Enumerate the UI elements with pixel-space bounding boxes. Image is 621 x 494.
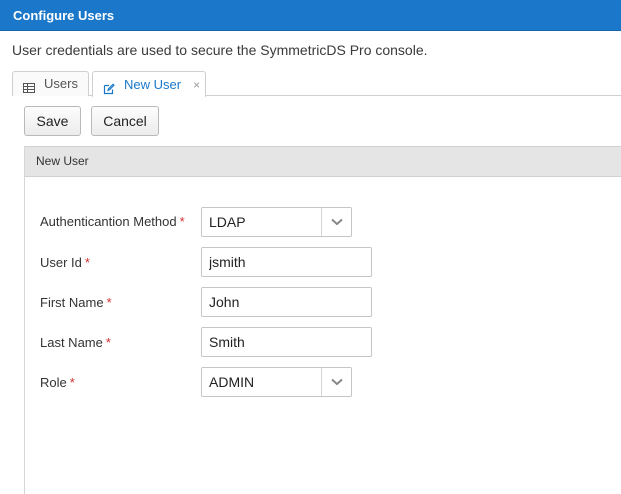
- auth-method-label: Authenticantion Method *: [40, 214, 185, 229]
- window-title: Configure Users: [13, 8, 115, 23]
- panel-header: New User: [25, 146, 621, 177]
- edit-icon: [103, 79, 115, 94]
- required-marker: *: [106, 295, 112, 310]
- required-marker: *: [105, 335, 111, 350]
- required-marker: *: [69, 375, 75, 390]
- last-name-field[interactable]: [201, 327, 372, 357]
- tab-bar: Users New User ×: [12, 71, 621, 97]
- required-marker: *: [84, 255, 90, 270]
- cancel-button[interactable]: Cancel: [91, 106, 159, 136]
- role-label-text: Role: [40, 375, 67, 390]
- last-name-label-text: Last Name: [40, 335, 103, 350]
- user-id-field[interactable]: [201, 247, 372, 277]
- auth-method-value: LDAP: [209, 214, 246, 230]
- tab-users[interactable]: Users: [12, 71, 89, 96]
- role-value: ADMIN: [209, 374, 255, 390]
- panel-title: New User: [36, 154, 89, 168]
- last-name-label: Last Name *: [40, 335, 111, 350]
- first-name-field[interactable]: [201, 287, 372, 317]
- required-marker: *: [179, 214, 185, 229]
- user-id-label: User Id *: [40, 255, 90, 270]
- auth-method-label-text: Authenticantion Method: [40, 214, 177, 229]
- role-label: Role *: [40, 375, 75, 390]
- save-button[interactable]: Save: [24, 106, 81, 136]
- close-tab-icon[interactable]: ×: [193, 73, 200, 97]
- tab-new-user-label: New User: [124, 76, 182, 92]
- first-name-label: First Name *: [40, 295, 112, 310]
- table-icon: [23, 78, 35, 93]
- tab-new-user[interactable]: New User ×: [92, 71, 206, 97]
- window-title-bar: Configure Users: [0, 0, 621, 31]
- user-id-label-text: User Id: [40, 255, 82, 270]
- auth-method-select[interactable]: LDAP: [201, 207, 352, 237]
- first-name-label-text: First Name: [40, 295, 104, 310]
- page-description: User credentials are used to secure the …: [12, 42, 428, 58]
- chevron-down-icon[interactable]: [321, 368, 351, 396]
- role-select[interactable]: ADMIN: [201, 367, 352, 397]
- new-user-panel: New User: [24, 146, 621, 494]
- chevron-down-icon[interactable]: [321, 208, 351, 236]
- tab-users-label: Users: [44, 76, 78, 91]
